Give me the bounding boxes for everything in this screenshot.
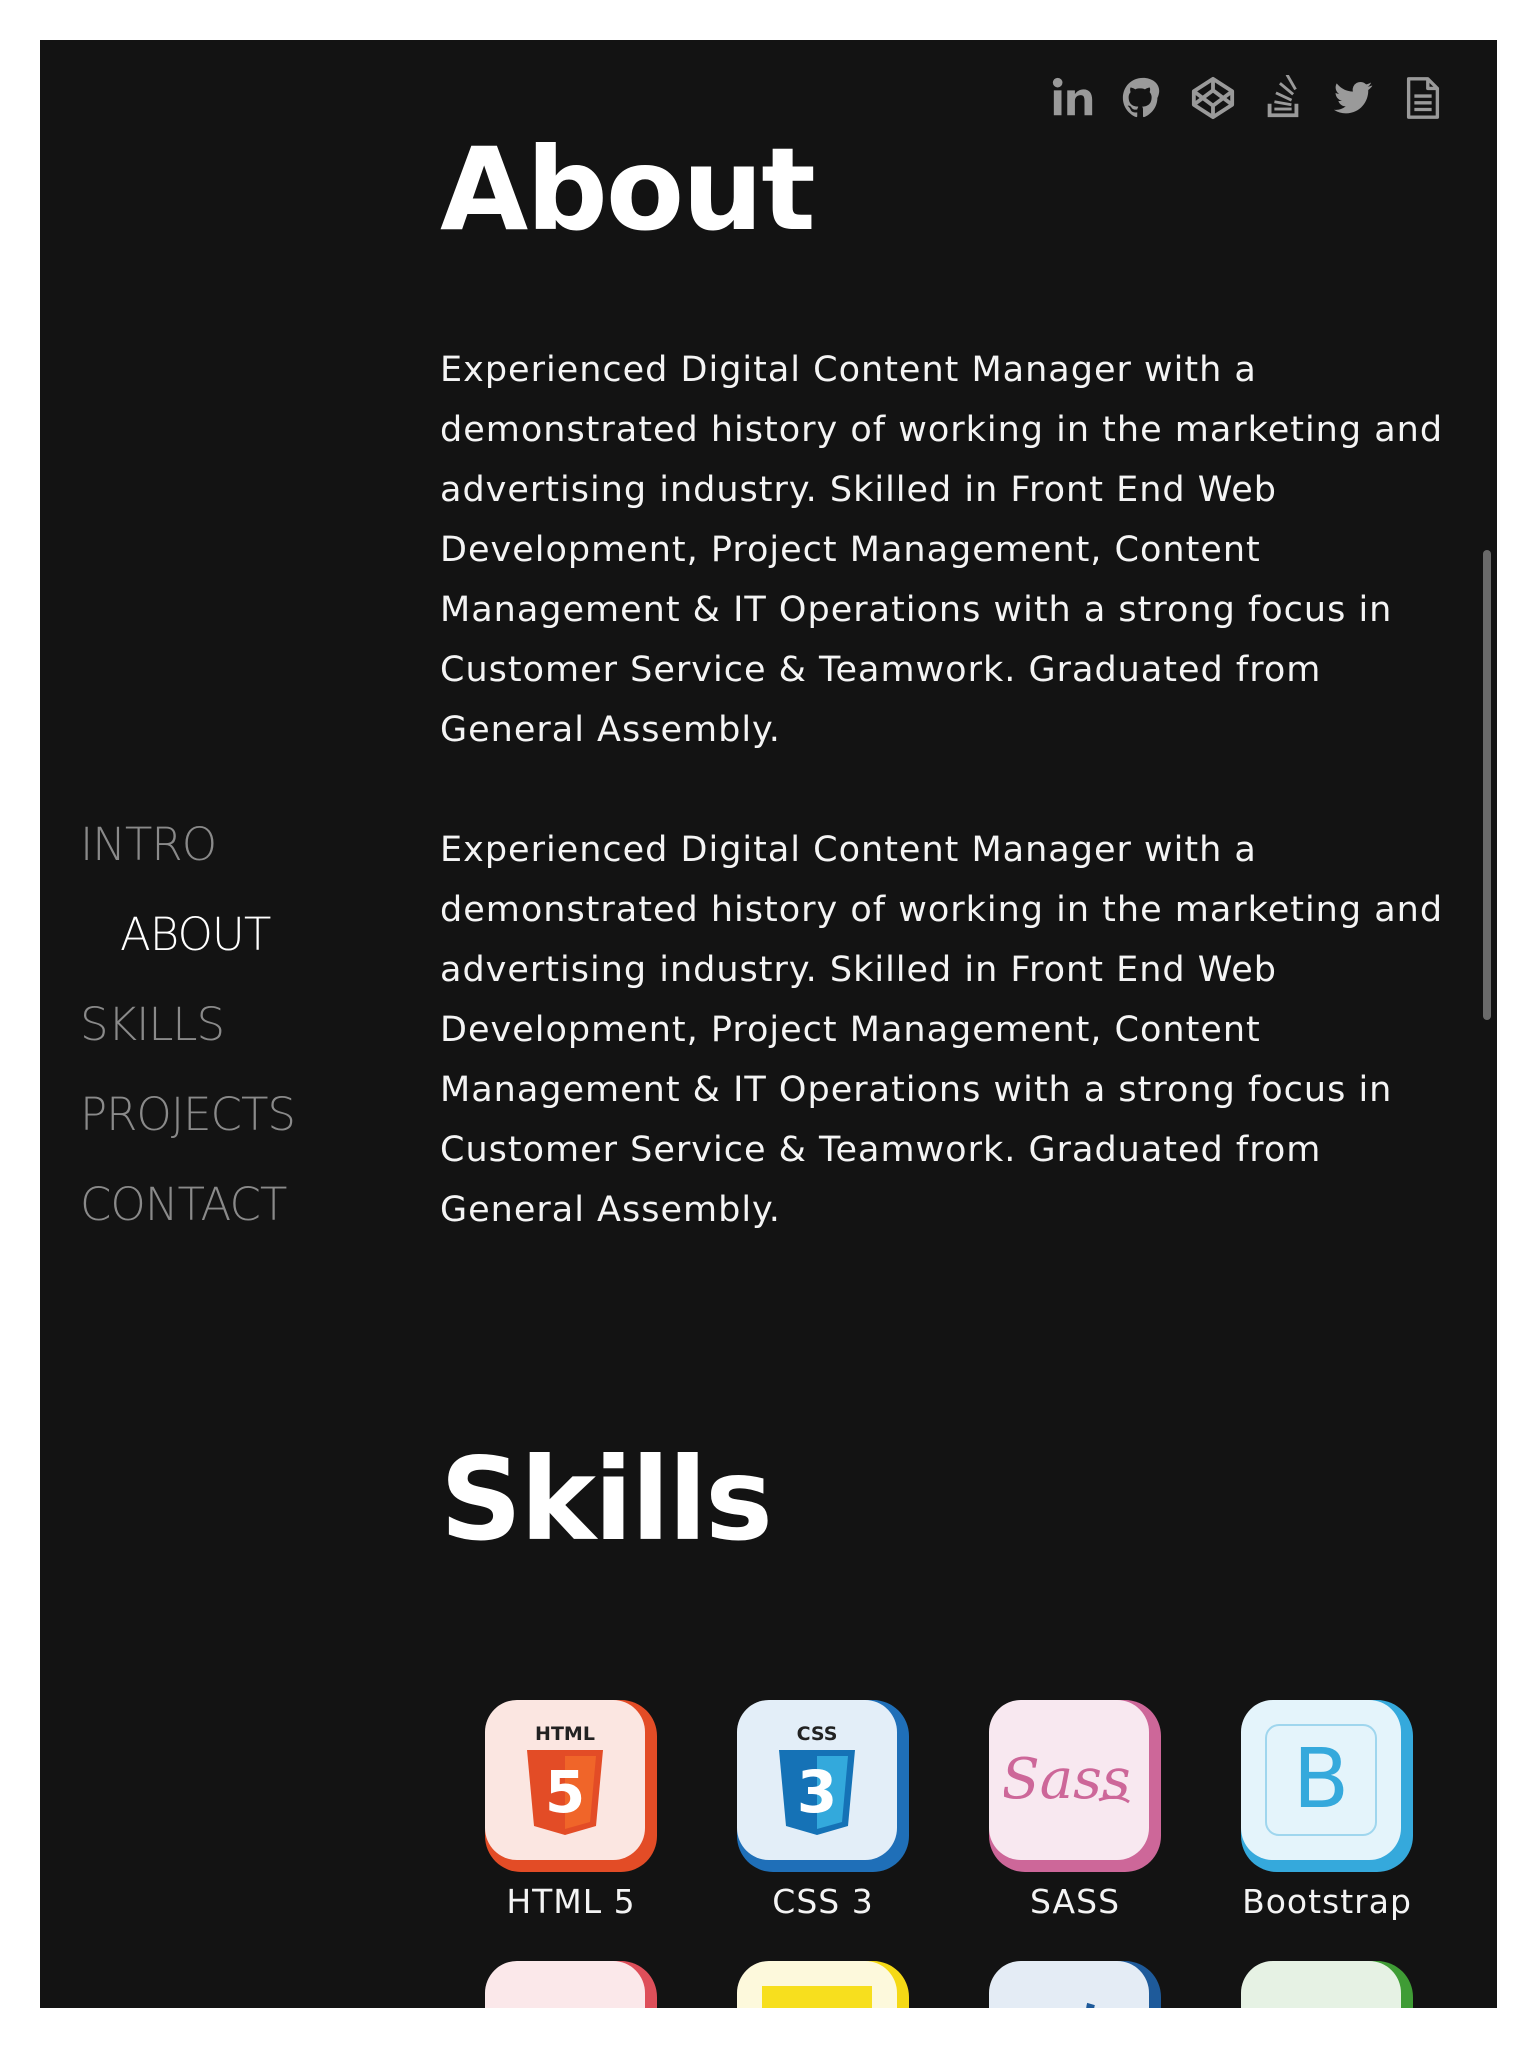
html5-glyph: 5 (545, 1758, 585, 1826)
skill-item (989, 1961, 1161, 2008)
html5-icon: HTML 5 (485, 1700, 657, 1872)
skill-item: Sass SASS (989, 1700, 1161, 1921)
nav-item-about[interactable]: ABOUT (80, 890, 295, 980)
skills-grid: HTML 5 HTML 5 CSS 3 CSS 3 Sass SASS B Bo… (485, 1700, 1450, 2008)
scrollbar-thumb[interactable] (1483, 550, 1491, 1020)
linkedin-icon[interactable] (1049, 74, 1097, 122)
skill-item (1241, 1961, 1413, 2008)
skills-heading: Skills (440, 1433, 773, 1566)
github-icon[interactable] (1119, 74, 1167, 122)
skill-item: CSS 3 CSS 3 (737, 1700, 909, 1921)
page-frame: INTRO ABOUT SKILLS PROJECTS CONTACT Abou… (40, 40, 1497, 2008)
meteor-icon (485, 1961, 657, 2008)
codepen-icon[interactable] (1189, 74, 1237, 122)
bootstrap-glyph: B (1292, 1732, 1350, 1827)
css3-icon: CSS 3 (737, 1700, 909, 1872)
nodejs-icon (1241, 1961, 1413, 2008)
skill-item: HTML 5 HTML 5 (485, 1700, 657, 1921)
skill-label: HTML 5 (506, 1882, 636, 1921)
sass-glyph: Sass (1004, 1747, 1131, 1812)
about-paragraph: Experienced Digital Content Manager with… (440, 830, 1444, 1230)
sass-icon: Sass (989, 1700, 1161, 1872)
skill-label: SASS (1029, 1882, 1121, 1921)
social-links (1049, 74, 1447, 122)
nav-item-skills[interactable]: SKILLS (80, 980, 295, 1070)
main-content: About Experienced Digital Content Manage… (440, 120, 1450, 2008)
skill-item: B Bootstrap (1241, 1700, 1413, 1921)
css3-glyph: 3 (797, 1758, 837, 1826)
html-badge-text: HTML (535, 1723, 595, 1745)
jquery-icon (989, 1961, 1161, 2008)
nav-item-projects[interactable]: PROJECTS (80, 1070, 296, 1160)
nav-item-intro[interactable]: INTRO (80, 800, 295, 890)
nav-item-contact[interactable]: CONTACT (80, 1160, 295, 1250)
javascript-icon (737, 1961, 909, 2008)
skill-label: CSS 3 (772, 1882, 874, 1921)
section-nav: INTRO ABOUT SKILLS PROJECTS CONTACT (80, 800, 296, 1250)
skill-item (737, 1961, 909, 2008)
css-badge-text: CSS (797, 1723, 838, 1745)
twitter-icon[interactable] (1329, 74, 1377, 122)
skill-label: Bootstrap (1242, 1882, 1412, 1921)
bootstrap-icon: B (1241, 1700, 1413, 1872)
resume-document-icon[interactable] (1399, 74, 1447, 122)
skill-item (485, 1961, 657, 2008)
about-paragraph: Experienced Digital Content Manager with… (440, 350, 1444, 750)
about-heading: About (440, 123, 816, 256)
stackoverflow-icon[interactable] (1259, 74, 1307, 122)
